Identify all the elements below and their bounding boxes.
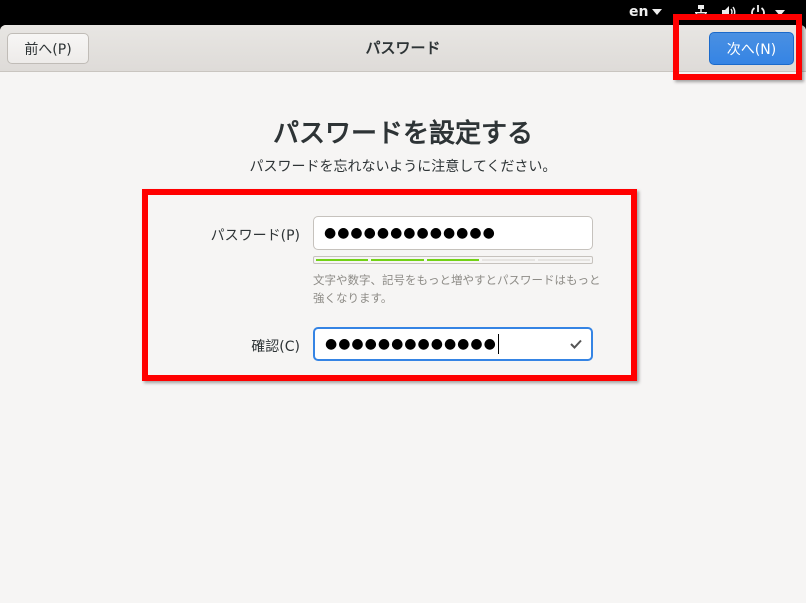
strength-segment bbox=[371, 259, 424, 261]
page-subtitle: パスワードを忘れないように注意してください。 bbox=[249, 159, 557, 175]
network-icon[interactable] bbox=[693, 4, 709, 20]
top-system-bar: en bbox=[0, 0, 806, 25]
power-icon[interactable] bbox=[750, 4, 766, 20]
installer-window: 前へ(P) パスワード 次へ(N) パスワードを設定する パスワードを忘れないよ… bbox=[0, 25, 806, 603]
strength-segment bbox=[426, 259, 480, 261]
next-button[interactable]: 次へ(N) bbox=[709, 32, 794, 65]
password-value: ●●●●●●●●●●●●● bbox=[324, 225, 496, 241]
password-label: パスワード(P) bbox=[210, 228, 300, 244]
password-field[interactable]: ●●●●●●●●●●●●● bbox=[313, 216, 593, 250]
strength-segment bbox=[537, 259, 591, 261]
language-indicator[interactable]: en bbox=[629, 4, 663, 20]
password-strength-hint: 文字や数字、記号をもっと増やすとパスワードはもっと強くなります。 bbox=[313, 273, 601, 305]
confirm-label: 確認(C) bbox=[251, 339, 300, 355]
page-title: パスワードを設定する bbox=[272, 119, 533, 149]
password-strength-bar bbox=[313, 256, 593, 264]
chevron-down-icon bbox=[652, 9, 663, 15]
headerbar: 前へ(P) パスワード 次へ(N) bbox=[0, 25, 806, 72]
checkmark-icon bbox=[570, 339, 582, 349]
volume-icon[interactable] bbox=[721, 4, 737, 20]
confirm-password-field[interactable]: ●●●●●●●●●●●●● bbox=[313, 327, 593, 361]
strength-segment bbox=[482, 259, 535, 261]
confirm-value: ●●●●●●●●●●●●● bbox=[325, 336, 497, 352]
text-cursor bbox=[497, 334, 499, 354]
strength-segment bbox=[316, 259, 369, 261]
chevron-down-icon[interactable] bbox=[775, 10, 785, 16]
window-title: パスワード bbox=[365, 39, 441, 57]
